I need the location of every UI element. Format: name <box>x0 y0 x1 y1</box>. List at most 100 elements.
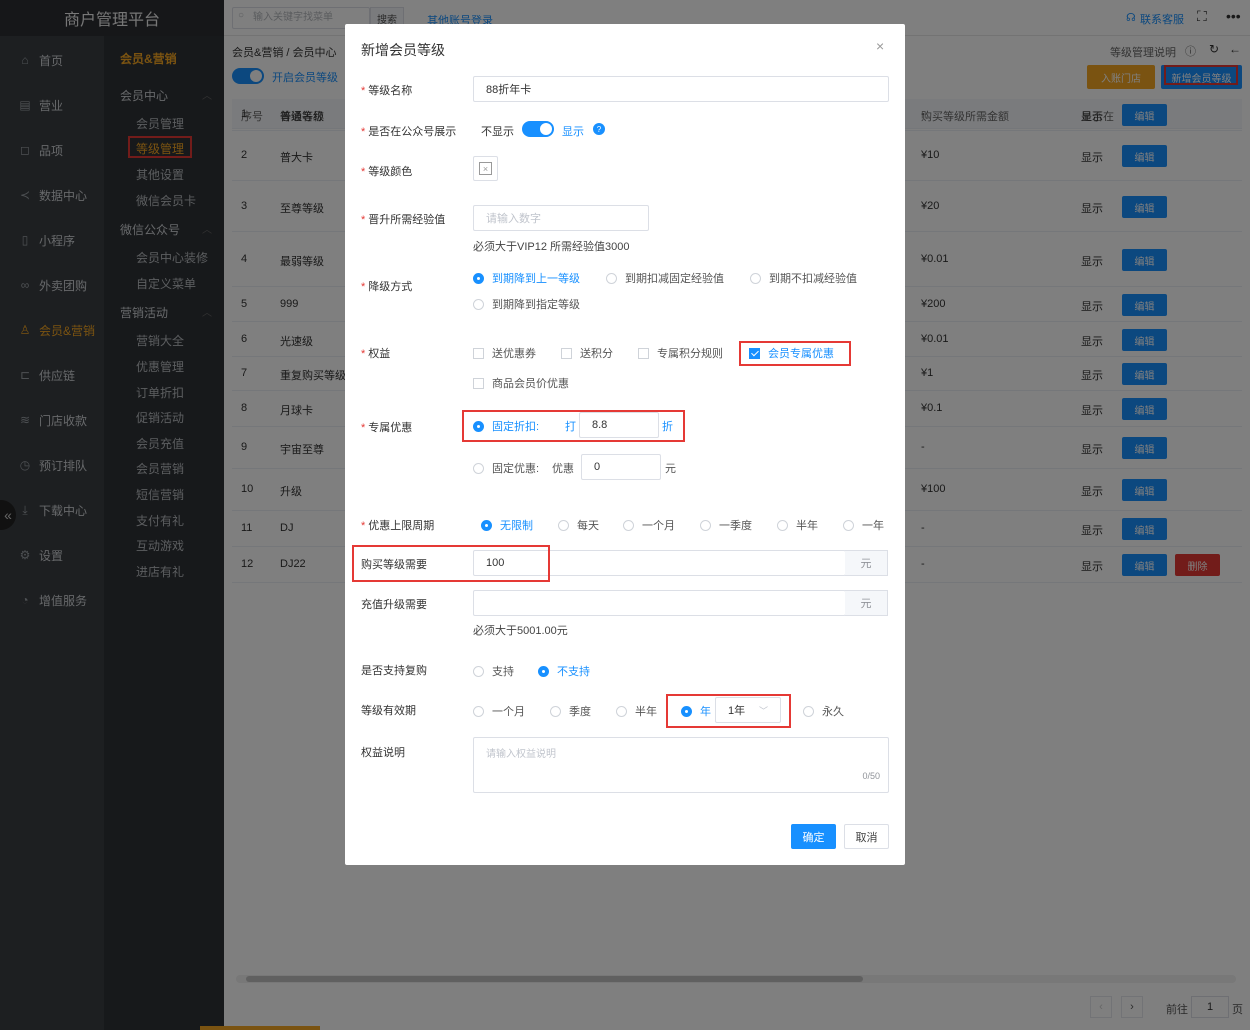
recharge-hint: 必须大于5001.00元 <box>473 625 568 637</box>
rights-member-price-checkbox[interactable]: 商品会员价优惠 <box>473 375 569 391</box>
downgrade-option-fixed[interactable]: 到期扣减固定经验值 <box>606 270 724 286</box>
label-text: 优惠上限周期 <box>368 520 435 532</box>
show-on-label: 显示 <box>562 126 584 138</box>
cycle-option-month[interactable]: 一个月 <box>623 517 675 533</box>
cycle-option-daily[interactable]: 每天 <box>558 517 599 533</box>
radio-label: 一年 <box>862 520 884 532</box>
radio-label: 季度 <box>569 706 591 718</box>
show-switch[interactable] <box>522 121 554 137</box>
exp-hint: 必须大于VIP12 所需经验值3000 <box>473 241 630 253</box>
cycle-option-quarter[interactable]: 一季度 <box>700 517 752 533</box>
radio-dot <box>473 272 484 284</box>
checkbox-label: 商品会员价优惠 <box>492 378 569 390</box>
radio-dot <box>558 519 569 531</box>
name-label: * 等级名称 <box>361 85 413 97</box>
radio-dot <box>616 705 627 717</box>
downgrade-option-none[interactable]: 到期不扣减经验值 <box>750 270 857 286</box>
checkbox-box <box>638 347 649 359</box>
radio-dot <box>606 272 617 284</box>
label-text: 权益 <box>368 348 391 360</box>
radio-label: 不支持 <box>557 666 590 678</box>
exp-input[interactable]: 请输入数字 <box>473 205 649 231</box>
off-unit: 元 <box>665 463 676 475</box>
radio-dot <box>777 519 788 531</box>
rights-points-rule-checkbox[interactable]: 专属积分规则 <box>638 345 723 361</box>
radio-label: 半年 <box>796 520 818 532</box>
valid-option-quarter[interactable]: 季度 <box>550 703 591 719</box>
radio-label: 到期降到指定等级 <box>492 299 580 311</box>
radio-label: 每天 <box>577 520 599 532</box>
radio-dot <box>843 519 854 531</box>
checkbox-label: 送积分 <box>580 348 613 360</box>
radio-dot <box>700 519 711 531</box>
show-label: * 是否在公众号展示 <box>361 126 457 138</box>
label-text: 晋升所需经验值 <box>368 214 446 226</box>
highlight-box <box>462 410 685 442</box>
cycle-option-halfyear[interactable]: 半年 <box>777 517 818 533</box>
radio-dot <box>803 705 814 717</box>
add-level-dialog: 新增会员等级 × * 等级名称 88折年卡 * 是否在公众号展示 不显示 显示 ? … <box>345 24 905 865</box>
cycle-label: * 优惠上限周期 <box>361 520 435 532</box>
radio-dot <box>750 272 761 284</box>
color-label: * 等级颜色 <box>361 166 413 178</box>
repeat-option-yes[interactable]: 支持 <box>473 663 514 679</box>
cancel-button[interactable]: 取消 <box>844 824 889 849</box>
rights-coupon-checkbox[interactable]: 送优惠券 <box>473 345 536 361</box>
radio-dot <box>473 665 484 677</box>
level-name-input[interactable]: 88折年卡 <box>473 76 889 102</box>
cycle-option-year[interactable]: 一年 <box>843 517 884 533</box>
valid-label: 等级有效期 <box>361 705 416 717</box>
repeat-option-no[interactable]: 不支持 <box>538 663 590 679</box>
valid-option-month[interactable]: 一个月 <box>473 703 525 719</box>
valid-option-halfyear[interactable]: 半年 <box>616 703 657 719</box>
radio-dot <box>473 298 484 310</box>
checkbox-box <box>561 347 572 359</box>
buy-suffix: 元 <box>845 550 888 576</box>
highlight-box <box>666 694 791 728</box>
radio-label: 到期扣减固定经验值 <box>625 273 724 285</box>
checkbox-label: 送优惠券 <box>492 348 536 360</box>
desc-placeholder: 请输入权益说明 <box>486 749 556 760</box>
radio-label: 一个月 <box>492 706 525 718</box>
recharge-input[interactable] <box>473 590 846 616</box>
desc-label: 权益说明 <box>361 747 405 759</box>
label-text: 专属优惠 <box>368 422 413 434</box>
highlight-box <box>739 341 851 366</box>
radio-label: 到期不扣减经验值 <box>769 273 857 285</box>
color-picker[interactable]: × <box>473 156 498 181</box>
radio-label: 无限制 <box>500 520 533 532</box>
recharge-suffix: 元 <box>845 590 888 616</box>
close-icon[interactable]: × <box>876 38 884 54</box>
confirm-button[interactable]: 确定 <box>791 824 836 849</box>
show-off-label: 不显示 <box>481 126 514 138</box>
rights-label: * 权益 <box>361 348 391 360</box>
label-text: 是否在公众号展示 <box>368 126 457 138</box>
downgrade-label: * 降级方式 <box>361 281 413 293</box>
cycle-option-unlimited[interactable]: 无限制 <box>481 517 533 533</box>
radio-dot <box>623 519 634 531</box>
checkbox-box <box>473 347 484 359</box>
discount-label: * 专属优惠 <box>361 422 413 434</box>
downgrade-option-specified[interactable]: 到期降到指定等级 <box>473 296 580 312</box>
desc-textarea[interactable]: 请输入权益说明 0/50 <box>473 737 889 793</box>
fixed-off-radio[interactable]: 固定优惠: <box>473 460 539 476</box>
downgrade-option-prev[interactable]: 到期降到上一等级 <box>473 270 580 286</box>
rights-points-checkbox[interactable]: 送积分 <box>561 345 613 361</box>
label-text: 降级方式 <box>368 281 413 293</box>
exp-label: * 晋升所需经验值 <box>361 214 446 226</box>
recharge-label: 充值升级需要 <box>361 599 427 611</box>
off-prefix: 优惠 <box>552 463 574 475</box>
radio-label: 一季度 <box>719 520 752 532</box>
valid-option-forever[interactable]: 永久 <box>803 703 844 719</box>
question-icon[interactable]: ? <box>593 123 605 135</box>
radio-label: 支持 <box>492 666 514 678</box>
off-input[interactable]: 0 <box>581 454 661 480</box>
radio-label: 到期降到上一等级 <box>492 273 580 285</box>
radio-label: 永久 <box>822 706 844 718</box>
desc-counter: 0/50 <box>862 771 880 781</box>
repeat-label: 是否支持复购 <box>361 665 427 677</box>
radio-dot <box>538 665 549 677</box>
dialog-title: 新增会员等级 <box>361 42 445 58</box>
radio-label: 一个月 <box>642 520 675 532</box>
checkbox-label: 专属积分规则 <box>657 348 723 360</box>
